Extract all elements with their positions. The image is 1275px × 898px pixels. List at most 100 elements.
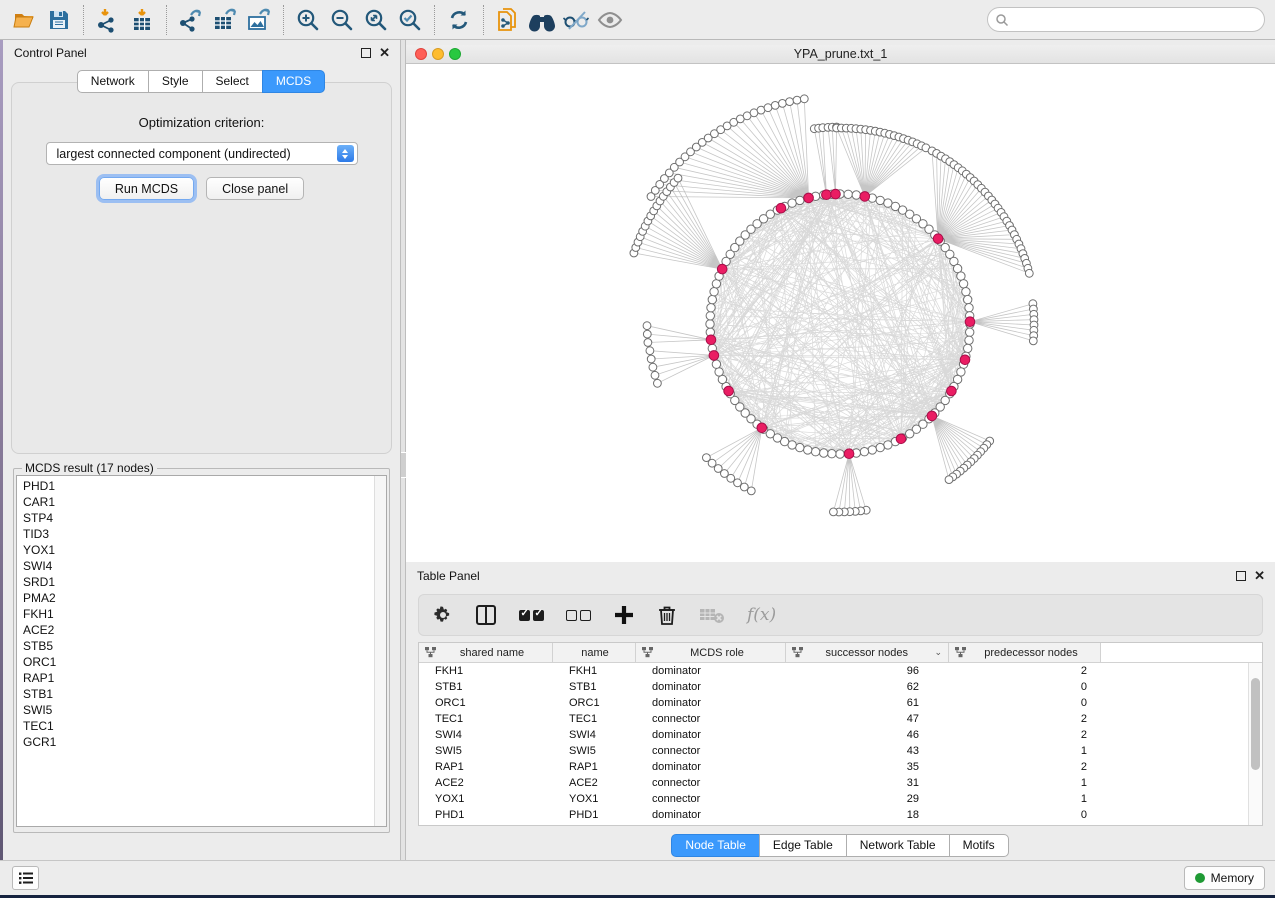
search-box[interactable]	[987, 7, 1265, 32]
graph-node[interactable]	[962, 288, 970, 296]
zoom-out-icon[interactable]	[325, 4, 359, 36]
graph-hub-node[interactable]	[860, 192, 870, 202]
select-all-icon[interactable]	[519, 610, 544, 621]
mcds-result-item[interactable]: TEC1	[23, 718, 386, 734]
mcds-result-item[interactable]: SRD1	[23, 574, 386, 590]
graph-node[interactable]	[708, 295, 716, 303]
graph-node[interactable]	[707, 304, 715, 312]
graph-leaf-node[interactable]	[747, 487, 755, 495]
cell-predecessor-nodes[interactable]: 1	[949, 745, 1101, 757]
graph-hub-node[interactable]	[927, 411, 937, 421]
graph-hub-node[interactable]	[717, 264, 727, 274]
graph-leaf-node[interactable]	[793, 96, 801, 104]
graph-leaf-node[interactable]	[1025, 269, 1033, 277]
cell-mcds-role[interactable]: dominator	[636, 809, 786, 821]
cell-shared-name[interactable]: PHD1	[419, 809, 553, 821]
graph-node[interactable]	[712, 360, 720, 368]
cell-predecessor-nodes[interactable]: 2	[949, 729, 1101, 741]
scrollbar-track[interactable]	[374, 476, 386, 826]
graph-hub-node[interactable]	[709, 351, 719, 361]
cell-predecessor-nodes[interactable]: 0	[949, 809, 1101, 821]
table-row[interactable]: SWI5SWI5connector431	[419, 743, 1248, 759]
graph-node[interactable]	[706, 312, 714, 320]
graph-hub-node[interactable]	[947, 386, 957, 396]
tab-network[interactable]: Network	[77, 70, 149, 93]
table-row[interactable]: YOX1YOX1connector291	[419, 791, 1248, 807]
graph-node[interactable]	[712, 280, 720, 288]
graph-leaf-node[interactable]	[654, 379, 662, 387]
cell-predecessor-nodes[interactable]: 2	[949, 761, 1101, 773]
graph-node[interactable]	[966, 328, 974, 336]
mcds-result-item[interactable]: PHD1	[23, 478, 386, 494]
cell-successor-nodes[interactable]: 35	[786, 761, 949, 773]
memory-button[interactable]: Memory	[1184, 866, 1265, 890]
cell-shared-name[interactable]: STB1	[419, 681, 553, 693]
graph-hub-node[interactable]	[960, 355, 970, 365]
graph-hub-node[interactable]	[776, 203, 786, 213]
cell-mcds-role[interactable]: connector	[636, 777, 786, 789]
share-document-icon[interactable]	[491, 4, 525, 36]
float-window-icon[interactable]	[1236, 571, 1246, 581]
save-session-icon[interactable]	[42, 4, 76, 36]
graph-node[interactable]	[860, 448, 868, 456]
cell-predecessor-nodes[interactable]: 2	[949, 713, 1101, 725]
graph-node[interactable]	[876, 443, 884, 451]
graph-node[interactable]	[964, 295, 972, 303]
mcds-result-item[interactable]: ORC1	[23, 654, 386, 670]
graph-leaf-node[interactable]	[786, 98, 794, 106]
graph-leaf-node[interactable]	[800, 95, 808, 103]
cell-name[interactable]: TEC1	[553, 713, 636, 725]
cell-successor-nodes[interactable]: 18	[786, 809, 949, 821]
show-eye-icon[interactable]	[593, 4, 627, 36]
cell-successor-nodes[interactable]: 43	[786, 745, 949, 757]
cell-mcds-role[interactable]: dominator	[636, 681, 786, 693]
cell-predecessor-nodes[interactable]: 1	[949, 777, 1101, 789]
export-image-icon[interactable]	[242, 4, 276, 36]
delete-icon[interactable]	[657, 604, 677, 626]
graph-hub-node[interactable]	[804, 193, 814, 203]
import-network-icon[interactable]	[91, 4, 125, 36]
export-network-icon[interactable]	[174, 4, 208, 36]
graph-node[interactable]	[964, 344, 972, 352]
cell-successor-nodes[interactable]: 62	[786, 681, 949, 693]
graph-node[interactable]	[828, 450, 836, 458]
cell-successor-nodes[interactable]: 96	[786, 665, 949, 677]
zoom-selected-icon[interactable]	[393, 4, 427, 36]
graph-leaf-node[interactable]	[945, 476, 953, 484]
graph-node[interactable]	[836, 450, 844, 458]
cell-name[interactable]: RAP1	[553, 761, 636, 773]
cell-name[interactable]: SWI5	[553, 745, 636, 757]
graph-node[interactable]	[788, 199, 796, 207]
tab-motifs[interactable]: Motifs	[949, 834, 1009, 857]
graph-leaf-node[interactable]	[674, 174, 682, 182]
cell-predecessor-nodes[interactable]: 2	[949, 665, 1101, 677]
cell-successor-nodes[interactable]: 61	[786, 697, 949, 709]
column-header-predecessor-nodes[interactable]: predecessor nodes	[949, 643, 1101, 662]
graph-hub-node[interactable]	[724, 386, 734, 396]
graph-node[interactable]	[959, 280, 967, 288]
graph-node[interactable]	[811, 448, 819, 456]
delete-table-icon[interactable]	[699, 605, 725, 625]
graph-leaf-node[interactable]	[764, 104, 772, 112]
tab-network-table[interactable]: Network Table	[846, 834, 950, 857]
graph-hub-node[interactable]	[831, 189, 841, 199]
scrollbar-thumb[interactable]	[1251, 678, 1260, 770]
task-history-button[interactable]	[12, 866, 39, 890]
cell-name[interactable]: YOX1	[553, 793, 636, 805]
cell-predecessor-nodes[interactable]: 0	[949, 697, 1101, 709]
graph-hub-node[interactable]	[822, 190, 832, 200]
mcds-result-item[interactable]: STB5	[23, 638, 386, 654]
cell-shared-name[interactable]: SWI5	[419, 745, 553, 757]
mcds-result-item[interactable]: PMA2	[23, 590, 386, 606]
graph-leaf-node[interactable]	[643, 330, 651, 338]
graph-node[interactable]	[852, 191, 860, 199]
graph-leaf-node[interactable]	[651, 371, 659, 379]
cell-shared-name[interactable]: TEC1	[419, 713, 553, 725]
graph-node[interactable]	[710, 288, 718, 296]
graph-leaf-node[interactable]	[779, 100, 787, 108]
mcds-result-item[interactable]: SWI4	[23, 558, 386, 574]
function-builder-icon[interactable]: f(x)	[747, 605, 776, 625]
scrollbar-track[interactable]	[1248, 663, 1262, 825]
cell-shared-name[interactable]: ACE2	[419, 777, 553, 789]
search-input[interactable]	[1009, 10, 1264, 30]
